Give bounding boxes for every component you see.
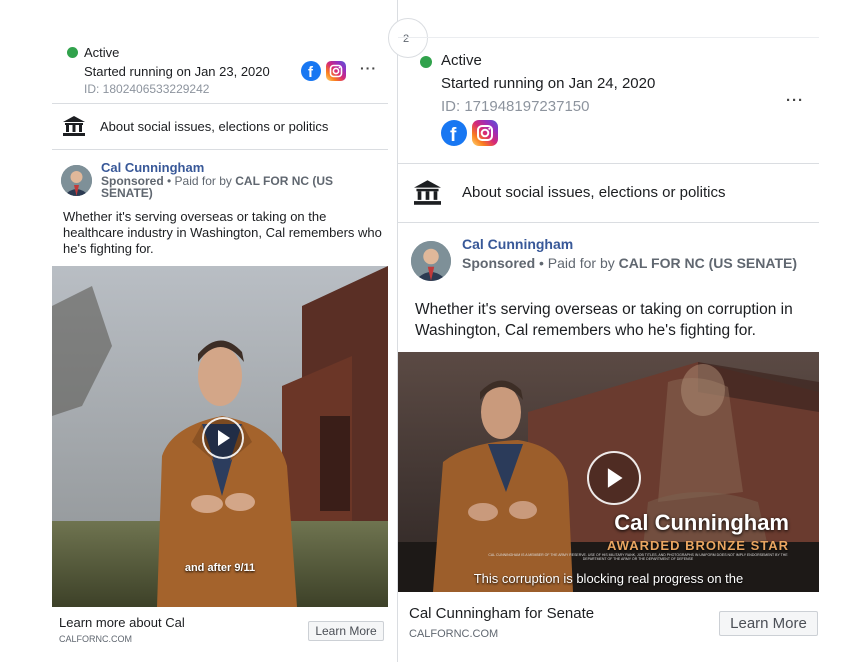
facebook-icon: f [441, 120, 467, 146]
divider [398, 37, 819, 38]
paid-for-prefix: • Paid for by [167, 174, 232, 188]
video-caption: and after 9/11 [184, 562, 256, 574]
paid-for-name: CAL FOR NC (US SENATE) [618, 255, 797, 271]
status-label: Active [84, 45, 120, 60]
svg-text:f: f [308, 64, 314, 78]
paid-for-prefix: • Paid for by [539, 255, 615, 271]
advertiser-name[interactable]: Cal Cunningham [101, 160, 204, 175]
facebook-icon: f [301, 61, 321, 81]
more-options-icon[interactable]: ··· [786, 92, 804, 109]
learn-more-button[interactable]: Learn More [719, 611, 818, 636]
government-building-icon [63, 116, 85, 136]
cta-title[interactable]: Cal Cunningham for Senate [409, 605, 594, 622]
start-date: Started running on Jan 24, 2020 [441, 75, 656, 92]
ad-count-badge: 2 [388, 18, 428, 58]
active-status-dot [67, 47, 78, 58]
more-options-icon[interactable]: ··· [360, 60, 377, 76]
advertiser-name[interactable]: Cal Cunningham [462, 236, 573, 252]
sponsored-line: Sponsored • Paid for by CAL FOR NC (US S… [462, 256, 802, 271]
overlay-fineprint: CAL CUNNINGHAM IS A MEMBER OF THE ARMY R… [488, 553, 788, 561]
start-date: Started running on Jan 23, 2020 [84, 64, 270, 79]
instagram-icon [326, 61, 346, 81]
status-label: Active [441, 52, 482, 69]
ad-body-text: Whether it's serving overseas or taking … [63, 209, 382, 256]
ad-id: ID: 1802406533229242 [84, 82, 210, 96]
ad-video[interactable]: and after 9/11 [52, 266, 388, 607]
cta-title[interactable]: Learn more about Cal [59, 615, 185, 630]
active-status-dot [420, 56, 432, 68]
video-caption: This corruption is blocking real progres… [473, 571, 744, 586]
divider [52, 149, 388, 150]
ad-body-text: Whether it's serving overseas or taking … [415, 301, 793, 339]
sponsored-line: Sponsored • Paid for by CAL FOR NC (US S… [101, 175, 361, 199]
ad-id: ID: 171948197237150 [441, 98, 590, 115]
government-building-icon [414, 180, 441, 205]
cta-domain: CALFORNC.COM [409, 628, 499, 640]
divider [398, 222, 819, 223]
ad-video[interactable]: Cal Cunningham AWARDED BRONZE STAR CAL C… [398, 352, 819, 592]
instagram-icon [472, 120, 498, 146]
avatar[interactable] [411, 241, 451, 281]
cta-domain: CALFORNC.COM [59, 634, 133, 644]
ad-card-right: 2 Active Started running on Jan 24, 2020… [388, 0, 819, 662]
category-label[interactable]: About social issues, elections or politi… [100, 119, 328, 134]
play-icon[interactable] [202, 417, 244, 459]
sponsored-label: Sponsored [462, 255, 536, 271]
learn-more-button[interactable]: Learn More [308, 621, 384, 641]
play-icon[interactable] [587, 451, 641, 505]
divider [398, 163, 819, 164]
ad-count-label: 2 [403, 33, 410, 45]
overlay-name: Cal Cunningham [614, 510, 789, 535]
divider [52, 103, 388, 104]
overlay-award: AWARDED BRONZE STAR [607, 538, 789, 553]
category-label[interactable]: About social issues, elections or politi… [462, 184, 725, 201]
avatar[interactable] [61, 165, 92, 196]
svg-text:f: f [450, 125, 457, 142]
ad-card-left: Active Started running on Jan 23, 2020 I… [52, 0, 388, 662]
